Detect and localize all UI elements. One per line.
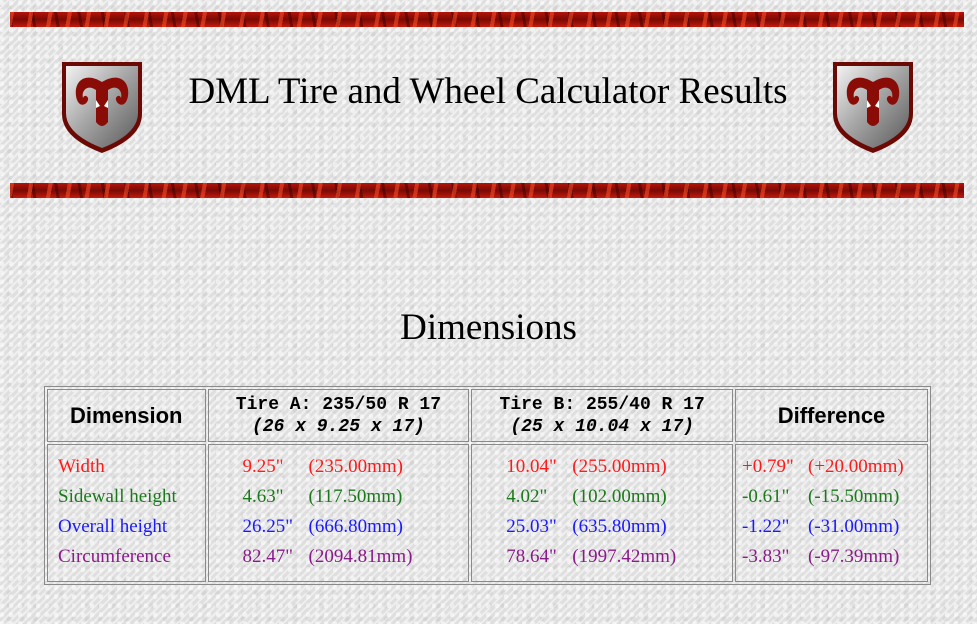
value-mm: (1997.42mm) <box>572 546 677 567</box>
tire-a-size: Tire A: 235/50 R 17 <box>235 394 442 415</box>
table-header-row: Dimension Tire A: 235/50 R 17 (26 x 9.25… <box>47 389 928 442</box>
tire-b-values-cell: 10.04" (255.00mm) 4.02" (102.00mm) 25.03" (… <box>471 444 734 582</box>
tire-b-sidewall-height: 4.02" (102.00mm) <box>506 482 722 512</box>
value-inches: -0.61" <box>742 486 790 507</box>
dimension-names-cell: Width Sidewall height Overall height Cir… <box>47 444 206 582</box>
row-label-width: Width <box>58 456 105 477</box>
value-mm: (-15.50mm) <box>808 486 900 507</box>
difference-width: +0.79" (+20.00mm) <box>742 452 917 482</box>
value-inches: -1.22" <box>742 516 790 537</box>
row-label-overall-height: Overall height <box>58 516 168 537</box>
value-mm: (235.00mm) <box>308 456 404 477</box>
value-mm: (2094.81mm) <box>308 546 413 567</box>
value-mm: (-97.39mm) <box>808 546 900 567</box>
difference-overall-height: -1.22" (-31.00mm) <box>742 512 917 542</box>
value-inches: -3.83" <box>742 546 790 567</box>
value-mm: (255.00mm) <box>572 456 667 477</box>
difference-sidewall-height: -0.61" (-15.50mm) <box>742 482 917 512</box>
table-body-row: Width Sidewall height Overall height Cir… <box>47 444 928 582</box>
column-header-tire-a: Tire A: 235/50 R 17 (26 x 9.25 x 17) <box>207 389 470 442</box>
tire-a-overall-height: 26.25" (666.80mm) <box>243 512 459 542</box>
tire-b-size: Tire B: 255/40 R 17 <box>499 394 705 415</box>
page-title: DML Tire and Wheel Calculator Results <box>188 71 788 112</box>
difference-values-cell: +0.79" (+20.00mm) -0.61" (-15.50mm) -1.22"… <box>735 444 928 582</box>
value-mm: (+20.00mm) <box>808 456 904 477</box>
tire-b-circumference: 78.64" (1997.42mm) <box>506 542 722 572</box>
value-inches: 25.03" <box>506 516 557 537</box>
value-mm: (117.50mm) <box>308 486 403 507</box>
column-header-dimension: Dimension <box>47 389 206 442</box>
value-mm: (635.80mm) <box>572 516 667 537</box>
ram-head-logo-icon <box>62 62 142 153</box>
value-mm: (-31.00mm) <box>808 516 900 537</box>
value-mm: (102.00mm) <box>572 486 667 507</box>
bottom-red-banner-bar <box>10 183 964 198</box>
tire-a-values-cell: 9.25" (235.00mm) 4.63" (117.50mm) 26.25" (6… <box>207 444 470 582</box>
tire-b-overall-height: 25.03" (635.80mm) <box>506 512 722 542</box>
tire-a-dimensions: (26 x 9.25 x 17) <box>252 416 425 437</box>
ram-head-logo-icon <box>833 62 913 153</box>
value-inches: 4.63" <box>242 486 284 507</box>
dimensions-table: Dimension Tire A: 235/50 R 17 (26 x 9.25… <box>44 386 931 585</box>
tire-b-dimensions: (25 x 10.04 x 17) <box>510 416 694 437</box>
difference-circumference: -3.83" (-97.39mm) <box>742 542 917 572</box>
value-inches: +0.79" <box>742 456 794 477</box>
value-inches: 9.25" <box>242 456 284 477</box>
value-inches: 4.02" <box>506 486 548 507</box>
tire-a-circumference: 82.47" (2094.81mm) <box>243 542 459 572</box>
tire-b-width: 10.04" (255.00mm) <box>506 452 722 482</box>
tire-a-width: 9.25" (235.00mm) <box>243 452 459 482</box>
column-header-tire-b: Tire B: 255/40 R 17 (25 x 10.04 x 17) <box>471 389 734 442</box>
value-inches: 82.47" <box>242 546 294 567</box>
value-inches: 26.25" <box>242 516 294 537</box>
row-label-sidewall-height: Sidewall height <box>58 486 177 507</box>
value-inches: 78.64" <box>506 546 557 567</box>
top-red-banner-bar <box>10 12 964 27</box>
tire-a-sidewall-height: 4.63" (117.50mm) <box>243 482 459 512</box>
section-title: Dimensions <box>400 307 577 348</box>
value-mm: (666.80mm) <box>308 516 404 537</box>
value-inches: 10.04" <box>506 456 557 477</box>
column-header-difference: Difference <box>735 389 928 442</box>
row-label-circumference: Circumference <box>58 546 171 567</box>
